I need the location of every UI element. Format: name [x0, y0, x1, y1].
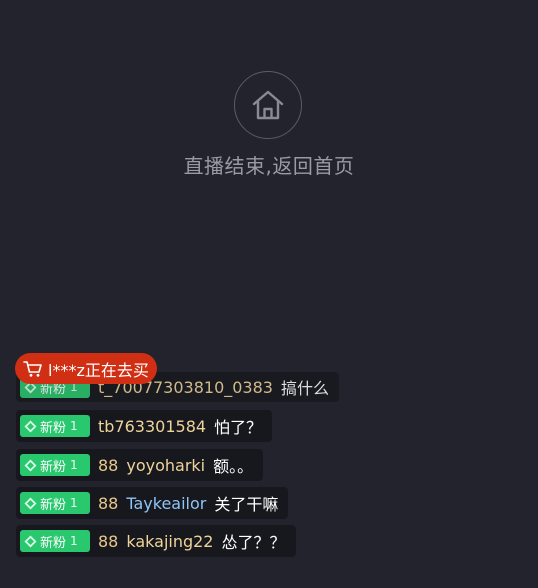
fan-badge-label: 新粉 — [40, 497, 67, 513]
fan-badge: 新粉 1 — [20, 454, 90, 476]
buying-notice-text: l***z正在去买 — [48, 360, 149, 380]
fan-badge-level: 1 — [70, 496, 78, 510]
fan-badge-label: 新粉 — [40, 535, 67, 551]
diamond-icon — [24, 420, 37, 432]
chat-username[interactable]: kakajing22 — [126, 532, 213, 551]
chat-message: 关了干嘛 — [214, 495, 279, 514]
chat-list[interactable]: 新粉 1 t_70077303810_0383 搞什么 新粉 1 tb763301… — [0, 370, 538, 588]
user-level: 88 — [98, 493, 119, 513]
buying-notice: l***z正在去买 — [15, 353, 157, 384]
shopping-cart-icon — [23, 360, 42, 377]
user-level: 88 — [98, 455, 119, 475]
fan-badge-label: 新粉 — [40, 459, 67, 475]
chat-row: 新粉 1 88 Taykeailor 关了干嘛 — [16, 487, 289, 519]
home-icon — [252, 90, 284, 120]
fan-badge-label: 新粉 — [40, 420, 67, 436]
user-level: 88 — [98, 531, 119, 551]
chat-username[interactable]: tb763301584 — [98, 417, 206, 436]
chat-username[interactable]: yoyoharki — [126, 456, 205, 475]
chat-row: 新粉 1 88 yoyoharki 额。。 — [16, 449, 264, 481]
chat-row: 新粉 1 88 kakajing22 怂了？？ — [16, 525, 296, 557]
fan-badge: 新粉 1 — [20, 530, 90, 552]
chat-message: 怕了？ — [214, 418, 263, 437]
chat-message: 额。。 — [213, 457, 254, 476]
fan-badge: 新粉 1 — [20, 492, 90, 514]
home-button[interactable] — [234, 71, 302, 139]
diamond-icon — [24, 535, 37, 547]
stream-ended-message[interactable]: 直播结束,返回首页 — [0, 150, 538, 179]
fan-badge-level: 1 — [70, 458, 78, 472]
diamond-icon — [24, 497, 37, 509]
fan-badge-level: 1 — [70, 534, 78, 548]
chat-username[interactable]: Taykeailor — [126, 494, 206, 513]
chat-row: 新粉 1 tb763301584 怕了？ — [16, 410, 273, 442]
diamond-icon — [24, 459, 37, 471]
chat-message: 搞什么 — [280, 379, 329, 398]
fan-badge-level: 1 — [70, 419, 78, 433]
chat-message: 怂了？？ — [221, 533, 286, 552]
fan-badge: 新粉 1 — [20, 415, 90, 437]
